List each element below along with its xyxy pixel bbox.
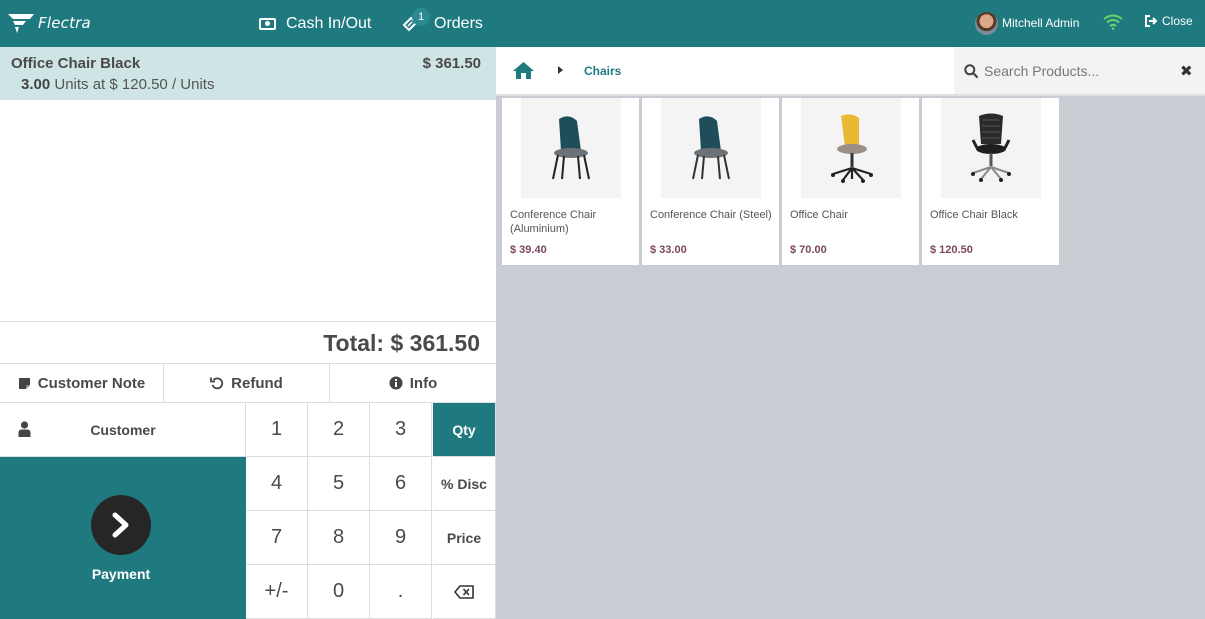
order-line[interactable]: Office Chair Black $ 361.50 3.00 Units a…	[0, 47, 496, 100]
order-line-price: $ 361.50	[422, 55, 481, 72]
chevron-right-icon	[112, 512, 129, 538]
product-image	[521, 98, 621, 198]
customer-note-button[interactable]: Customer Note	[0, 364, 164, 402]
search-box: ✖	[954, 47, 1205, 94]
order-total: Total: $ 361.50	[323, 330, 480, 356]
order-pane: Office Chair Black $ 361.50 3.00 Units a…	[0, 47, 496, 619]
order-line-info: 3.00 Units at $ 120.50 / Units	[21, 76, 214, 93]
numpad-key-9[interactable]: 9	[370, 511, 432, 565]
order-line-product-name: Office Chair Black	[11, 55, 141, 72]
orders-count-badge: 1	[412, 8, 430, 26]
breadcrumb-category[interactable]: Chairs	[584, 64, 621, 78]
flectra-logo-icon	[8, 14, 34, 33]
numpad-key-6[interactable]: 6	[370, 457, 432, 511]
product-image	[941, 98, 1041, 198]
cash-in-out-button[interactable]: Cash In/Out	[259, 0, 371, 47]
teal-chair-icon	[692, 116, 730, 180]
teal-chair-icon	[552, 116, 590, 180]
mode-price-button[interactable]: Price	[433, 511, 496, 565]
product-header: Chairs ✖	[496, 47, 1205, 96]
product-price: $ 33.00	[650, 244, 687, 256]
info-icon	[389, 376, 403, 390]
order-line-qty: 3.00	[21, 76, 51, 93]
numpad-key-plus-minus[interactable]: +/-	[246, 565, 308, 619]
refund-label: Refund	[231, 374, 283, 392]
undo-icon	[210, 377, 224, 390]
sign-out-icon	[1145, 15, 1158, 27]
close-label: Close	[1162, 14, 1193, 28]
info-button[interactable]: Info	[330, 364, 496, 402]
mode-discount-button[interactable]: % Disc	[433, 457, 496, 511]
user-menu[interactable]: Mitchell Admin	[975, 11, 1079, 35]
product-image	[661, 98, 761, 198]
product-pane: Chairs ✖ Conference Chair (Aluminium) $ …	[496, 47, 1205, 619]
black-mesh-chair-icon	[971, 113, 1011, 182]
customer-button[interactable]: Customer	[0, 403, 246, 457]
info-label: Info	[409, 374, 438, 392]
customer-note-label: Customer Note	[37, 374, 146, 392]
numpad-key-7[interactable]: 7	[246, 511, 308, 565]
product-card[interactable]: Conference Chair (Aluminium) $ 39.40	[502, 98, 639, 265]
payment-button[interactable]: Payment	[0, 457, 246, 619]
order-line-unit-text: Units at $ 120.50 / Units	[50, 76, 215, 93]
numpad-key-1[interactable]: 1	[246, 403, 308, 457]
product-card[interactable]: Office Chair Black $ 120.50	[922, 98, 1059, 265]
payment-label: Payment	[91, 566, 151, 582]
numpad: 1 2 3 Qty 4 5 6 % Disc 7 8 9 Price +/- 0…	[246, 403, 496, 619]
logo-text: Flectra	[38, 14, 91, 32]
product-name: Conference Chair (Steel)	[650, 209, 772, 221]
mode-qty-button[interactable]: Qty	[433, 403, 496, 457]
numpad-key-5[interactable]: 5	[308, 457, 370, 511]
top-bar: Flectra Cash In/Out Orders 1 Mitchell Ad…	[0, 0, 1205, 47]
product-price: $ 39.40	[510, 244, 547, 256]
numpad-key-0[interactable]: 0	[308, 565, 370, 619]
product-name: Office Chair Black	[930, 209, 1018, 221]
product-price: $ 70.00	[790, 244, 827, 256]
customer-label: Customer	[90, 422, 156, 438]
caret-right-icon	[558, 66, 563, 74]
payment-circle	[91, 495, 151, 555]
home-icon[interactable]	[512, 61, 535, 80]
numpad-key-4[interactable]: 4	[246, 457, 308, 511]
numpad-key-3[interactable]: 3	[370, 403, 432, 457]
order-summary: Total: $ 361.50	[0, 321, 496, 364]
search-icon	[964, 64, 978, 78]
product-name: Office Chair	[790, 209, 848, 221]
backspace-icon	[454, 584, 474, 599]
backspace-button[interactable]	[433, 565, 496, 619]
refund-button[interactable]: Refund	[164, 364, 330, 402]
product-image	[801, 98, 901, 198]
search-input[interactable]	[984, 59, 1169, 82]
wifi-icon	[1103, 14, 1123, 30]
user-name: Mitchell Admin	[1002, 16, 1080, 30]
avatar	[975, 11, 998, 35]
product-card[interactable]: Office Chair $ 70.00	[782, 98, 919, 265]
product-price: $ 120.50	[930, 244, 973, 256]
yellow-swivel-chair-icon	[831, 114, 873, 183]
numpad-key-8[interactable]: 8	[308, 511, 370, 565]
numpad-key-2[interactable]: 2	[308, 403, 370, 457]
product-card[interactable]: Conference Chair (Steel) $ 33.00	[642, 98, 779, 265]
cash-in-out-label: Cash In/Out	[286, 14, 372, 32]
orders-label: Orders	[434, 14, 483, 32]
clear-search-icon[interactable]: ✖	[1180, 62, 1193, 80]
product-name: Conference Chair (Aluminium)	[510, 209, 597, 235]
money-icon	[259, 17, 276, 30]
control-buttons: Customer Note Refund Info	[0, 363, 496, 403]
logo: Flectra	[6, 11, 91, 35]
numpad-key-decimal[interactable]: .	[370, 565, 432, 619]
close-button[interactable]: Close	[1144, 14, 1193, 28]
sticky-note-icon	[18, 377, 30, 389]
